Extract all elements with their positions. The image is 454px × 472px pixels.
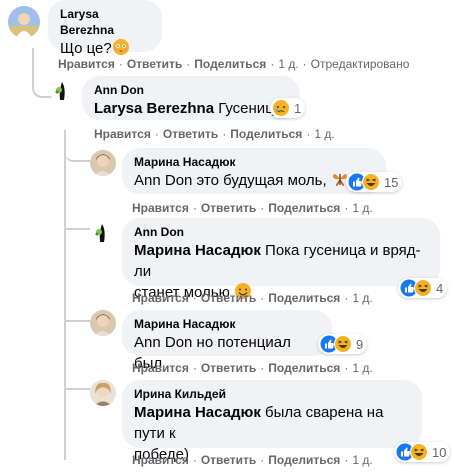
- reaction-summary[interactable]: 15: [346, 172, 403, 192]
- comment-bubble: Ирина Кильдей Марина Насадюк была сварен…: [122, 380, 422, 463]
- reply-button[interactable]: Ответить: [201, 291, 256, 305]
- thread-line: [64, 216, 90, 230]
- mention-link[interactable]: Марина Насадюк: [134, 242, 261, 259]
- avatar[interactable]: [90, 310, 116, 336]
- share-button[interactable]: Поделиться: [194, 57, 266, 71]
- reaction-summary[interactable]: 1: [270, 98, 306, 118]
- like-button[interactable]: Нравится: [132, 453, 189, 467]
- comment-actions: Нравится · Ответить · Поделиться · 1 д. · Отреда…: [58, 57, 410, 71]
- timestamp[interactable]: 1 д.: [352, 291, 372, 305]
- reaction-count: 15: [384, 174, 399, 190]
- reaction-summary[interactable]: 9: [318, 334, 368, 354]
- avatar[interactable]: [90, 220, 116, 246]
- comment-actions: Нравится · Ответить · Поделиться · 1 д.: [132, 453, 373, 467]
- reply-button[interactable]: Ответить: [163, 127, 218, 141]
- thread-line: [64, 146, 90, 162]
- timestamp[interactable]: 1 д.: [352, 453, 372, 467]
- comment-author[interactable]: Ann Don: [134, 224, 428, 240]
- share-button[interactable]: Поделиться: [230, 127, 302, 141]
- avatar[interactable]: [8, 6, 40, 38]
- comment-text-body: Ann Don это будущая моль,: [134, 172, 327, 189]
- timestamp[interactable]: 1 д.: [352, 201, 372, 215]
- comment-actions: Нравится · Ответить · Поделиться · 1 д.: [132, 291, 373, 305]
- avatar-photo-icon: [90, 310, 116, 336]
- avatar-photo-icon: [50, 78, 76, 104]
- avatar-photo-icon: [90, 150, 116, 176]
- haha-reaction-icon: [362, 173, 380, 191]
- comment-bubble: Ann Don Марина Насадюк Пока гусеница и в…: [122, 218, 440, 301]
- share-button[interactable]: Поделиться: [268, 361, 340, 375]
- reaction-count: 4: [436, 280, 444, 296]
- share-button[interactable]: Поделиться: [268, 453, 340, 467]
- comment-text-body: Що це?: [60, 40, 112, 57]
- comment-author[interactable]: Larysa Berezhna: [60, 6, 150, 38]
- avatar[interactable]: [90, 380, 116, 406]
- comment-author[interactable]: Ann Don: [94, 82, 288, 98]
- reply-button[interactable]: Ответить: [201, 201, 256, 215]
- comment-bubble: Марина Насадюк Ann Don но потенциал был: [122, 310, 332, 372]
- reaction-count: 10: [432, 444, 447, 460]
- edited-label[interactable]: Отредактировано: [311, 57, 410, 71]
- avatar-photo-icon: [90, 220, 116, 246]
- timestamp[interactable]: 1 д.: [278, 57, 298, 71]
- thread-line: [64, 130, 66, 460]
- sad-emoji-icon: [273, 100, 289, 116]
- comment-text: Larysa Berezhna Гусеница: [94, 98, 288, 119]
- comment-actions: Нравится · Ответить · Поделиться · 1 д.: [132, 201, 373, 215]
- comment-actions: Нравится · Ответить · Поделиться · 1 д.: [132, 361, 373, 375]
- flushed-emoji-icon: [112, 39, 129, 55]
- avatar-photo-icon: [90, 380, 116, 406]
- mention-link[interactable]: Марина Насадюк: [134, 404, 261, 421]
- comment-author[interactable]: Ирина Кильдей: [134, 386, 410, 402]
- timestamp[interactable]: 1 д.: [314, 127, 334, 141]
- like-button[interactable]: Нравится: [94, 127, 151, 141]
- comment-author[interactable]: Марина Насадюк: [134, 154, 374, 170]
- haha-reaction-icon: [414, 279, 432, 297]
- avatar[interactable]: [50, 78, 76, 104]
- like-button[interactable]: Нравится: [132, 291, 189, 305]
- reaction-summary[interactable]: 10: [394, 442, 451, 462]
- thread-line: [64, 306, 90, 322]
- like-button[interactable]: Нравится: [132, 201, 189, 215]
- comment-bubble: Ann Don Larysa Berezhna Гусеница: [82, 76, 300, 120]
- reply-button[interactable]: Ответить: [201, 361, 256, 375]
- comment-bubble: Марина Насадюк Ann Don это будущая моль,: [122, 148, 386, 194]
- reaction-summary[interactable]: 4: [398, 278, 448, 298]
- reaction-count: 1: [294, 100, 302, 116]
- mention-link[interactable]: Larysa Berezhna: [94, 100, 214, 117]
- haha-reaction-icon: [410, 443, 428, 461]
- avatar[interactable]: [90, 150, 116, 176]
- like-button[interactable]: Нравится: [132, 361, 189, 375]
- haha-reaction-icon: [334, 335, 352, 353]
- comment-author[interactable]: Марина Насадюк: [134, 316, 320, 332]
- reaction-count: 9: [356, 336, 364, 352]
- timestamp[interactable]: 1 д.: [352, 361, 372, 375]
- like-button[interactable]: Нравится: [58, 57, 115, 71]
- comment-actions: Нравится · Ответить · Поделиться · 1 д.: [94, 127, 335, 141]
- comment-bubble: Larysa Berezhna Що це?: [48, 0, 162, 57]
- reply-button[interactable]: Ответить: [127, 57, 182, 71]
- reply-button[interactable]: Ответить: [201, 453, 256, 467]
- share-button[interactable]: Поделиться: [268, 291, 340, 305]
- share-button[interactable]: Поделиться: [268, 201, 340, 215]
- comment-text: Ann Don это будущая моль,: [134, 170, 374, 191]
- avatar-photo-icon: [8, 6, 40, 38]
- thread-line: [64, 374, 90, 390]
